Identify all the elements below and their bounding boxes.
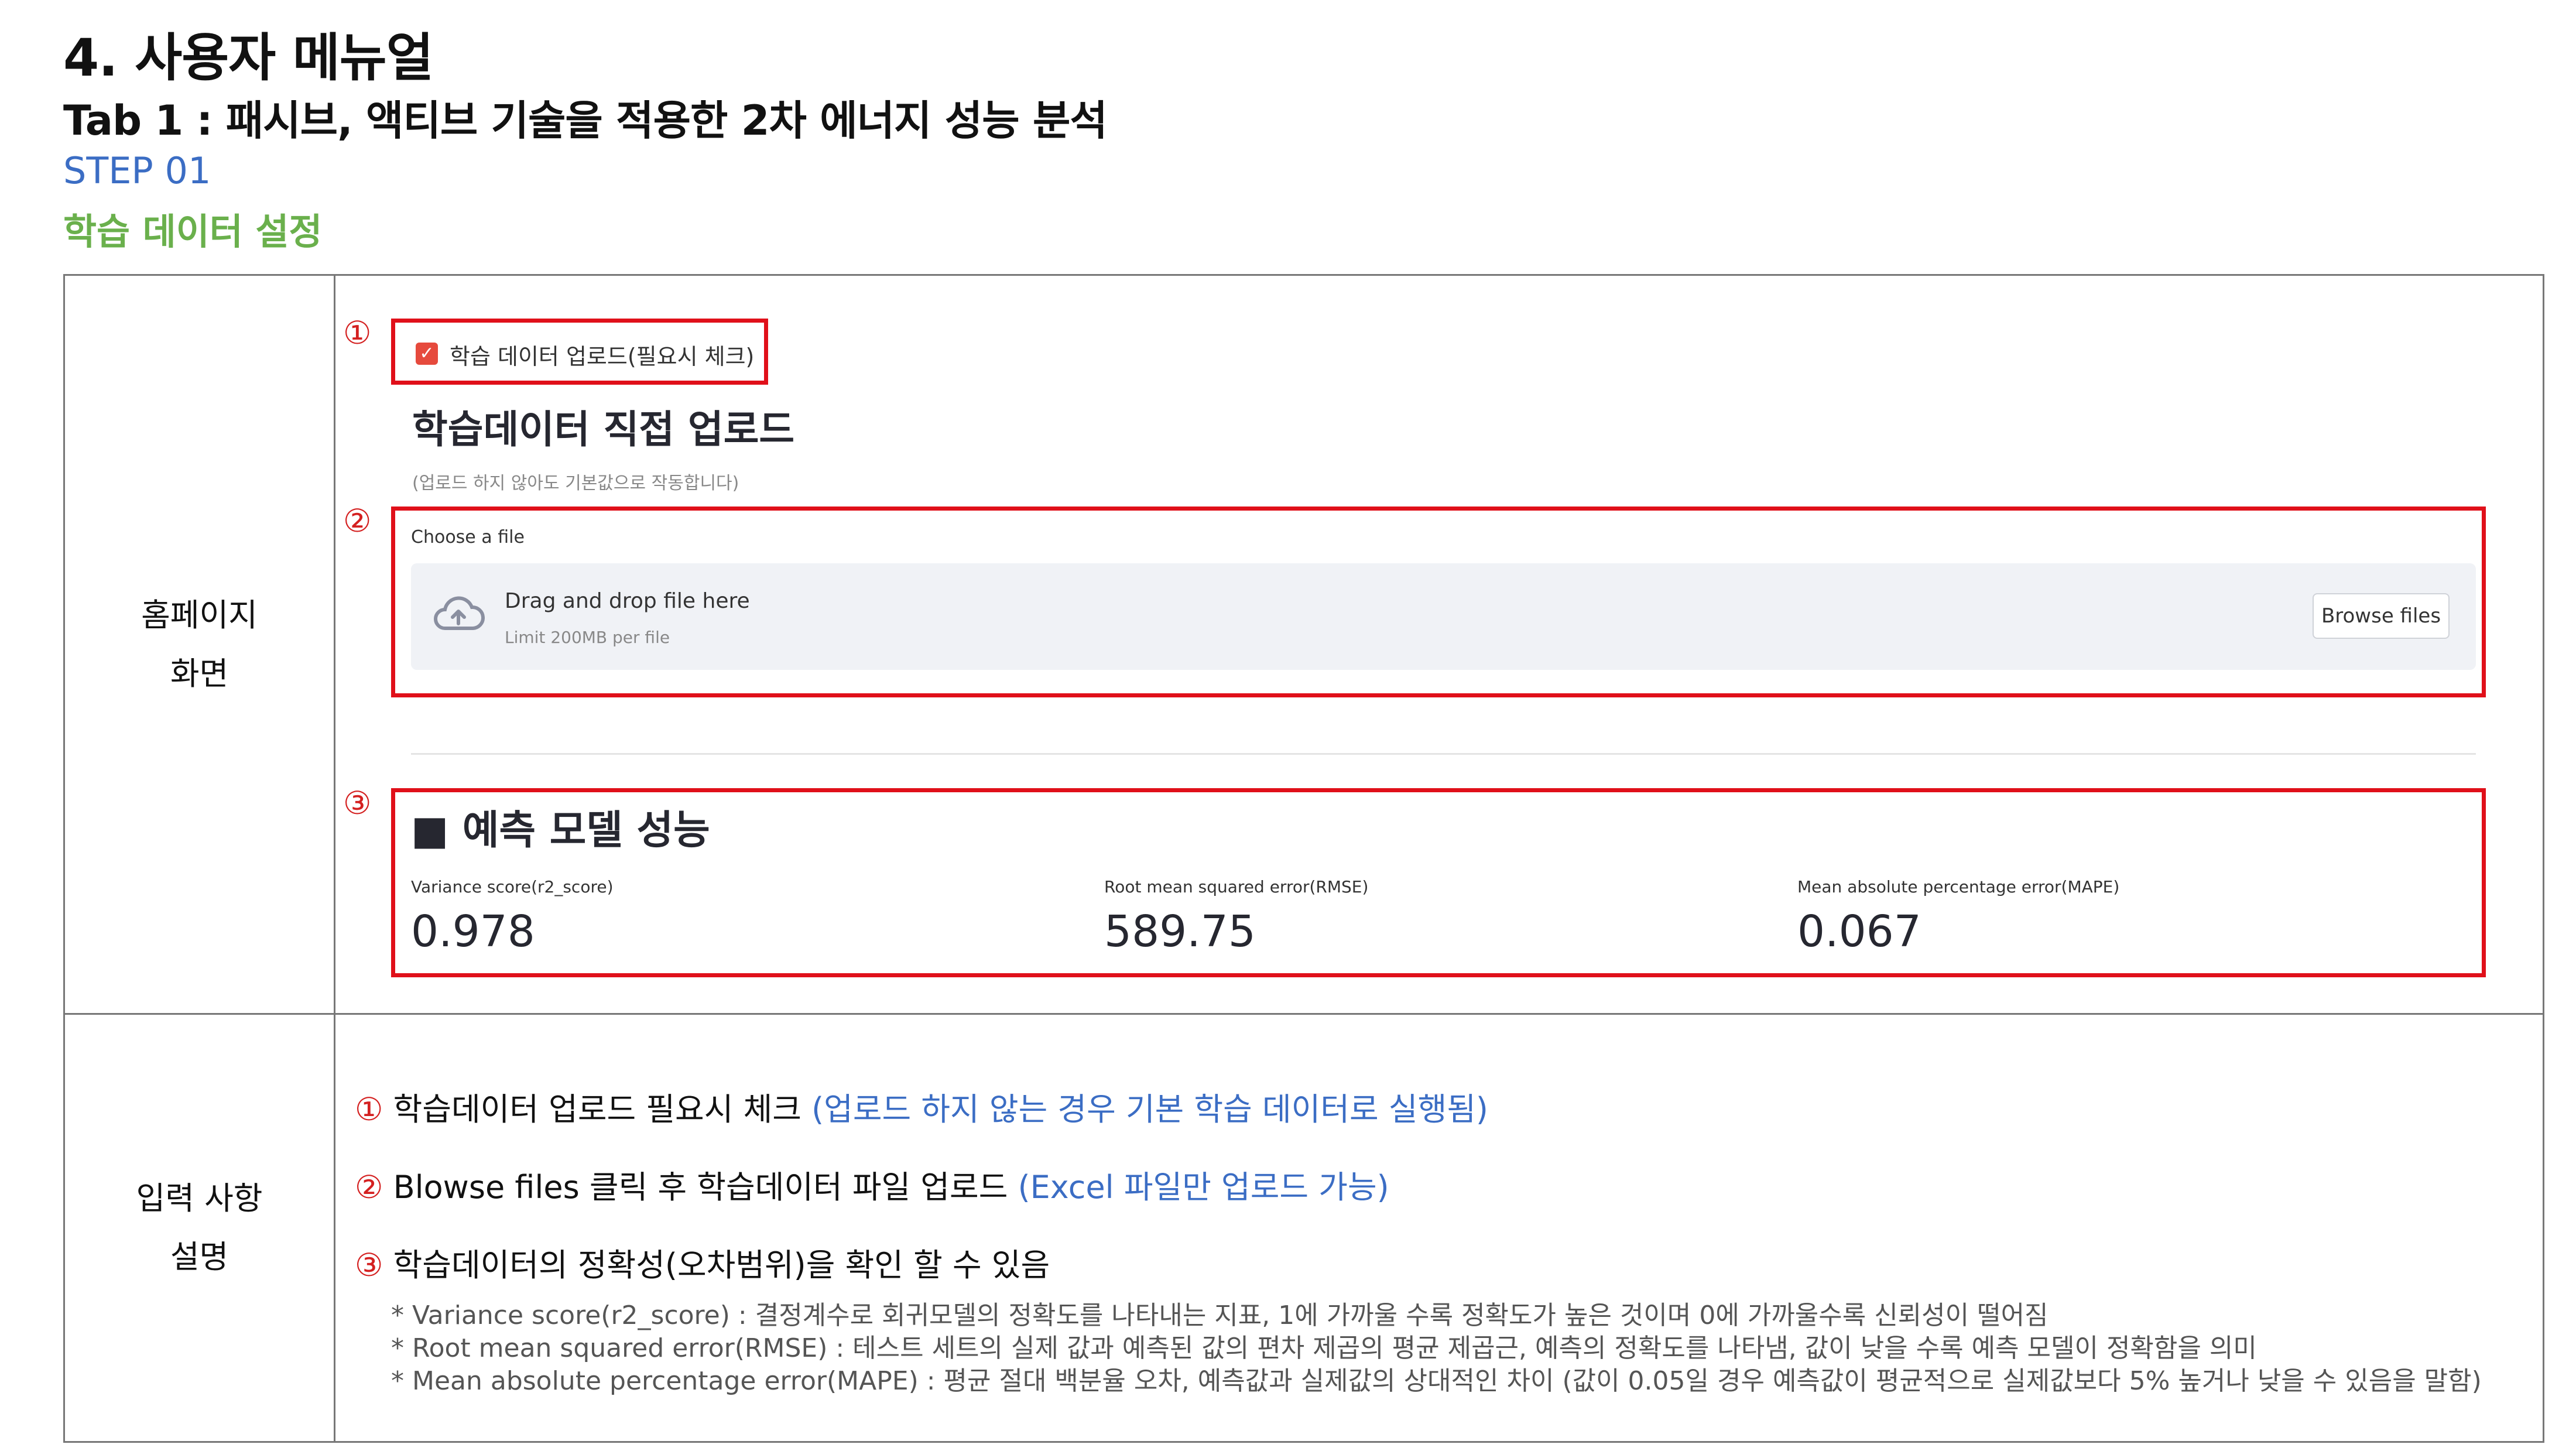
row-label-description: 입력 사항 설명 [63,1013,335,1443]
marker-3: ③ [343,785,372,822]
row-label-line: 입력 사항 [136,1180,263,1217]
step-label: STEP 01 [63,149,211,192]
upload-hint: (업로드 하지 않아도 기본값으로 작동합니다) [412,473,739,494]
upload-title: 학습데이터 직접 업로드 [412,407,795,452]
tab-title: Tab 1 : 패시브, 액티브 기술을 적용한 2차 에너지 성능 분석 [63,97,1108,145]
item-text: 학습데이터의 정확성(오차범위)을 확인 할 수 있음 [393,1247,1050,1284]
choose-file-label: Choose a file [411,527,525,547]
description-item-1: ① 학습데이터 업로드 필요시 체크 (업로드 하지 않는 경우 기본 학습 데… [355,1083,1488,1130]
note-mape: * Mean absolute percentage error(MAPE) :… [391,1366,2482,1396]
item-note: (Excel 파일만 업로드 가능) [1018,1169,1389,1206]
item-text: 학습데이터 업로드 필요시 체크 [393,1091,801,1128]
step-subtitle: 학습 데이터 설정 [63,210,323,253]
marker-1: ① [343,314,372,351]
cloud-upload-icon [432,593,485,636]
metric-label-mape: Mean absolute percentage error(MAPE) [1797,877,2120,896]
checkbox-label: 학습 데이터 업로드(필요시 체크) [450,344,755,369]
item-note: (업로드 하지 않는 경우 기본 학습 데이터로 실행됨) [811,1091,1488,1128]
note-rmse: * Root mean squared error(RMSE) : 테스트 세트… [391,1333,2257,1363]
metric-label-rmse: Root mean squared error(RMSE) [1104,877,1369,896]
upload-checkbox[interactable]: ✓ [416,343,438,365]
marker-2: ② [343,502,372,539]
row-label-line: 화면 [170,655,229,692]
description-item-2: ② Blowse files 클릭 후 학습데이터 파일 업로드 (Excel … [355,1161,1389,1207]
metric-value-r2: 0.978 [411,906,535,957]
file-limit-text: Limit 200MB per file [505,628,670,647]
page-title: 4. 사용자 메뉴얼 [63,28,434,88]
model-performance-title: ■ 예측 모델 성능 [411,807,710,854]
metric-value-rmse: 589.75 [1104,906,1256,957]
file-dropzone[interactable] [411,563,2476,670]
item-marker: ② [355,1169,383,1206]
note-r2: * Variance score(r2_score) : 결정계수로 회귀모델의… [391,1301,2049,1330]
item-text: Blowse files 클릭 후 학습데이터 파일 업로드 [393,1169,1008,1206]
item-marker: ③ [355,1247,383,1284]
row-label-homepage: 홈페이지 화면 [63,274,335,1015]
drag-drop-text: Drag and drop file here [505,589,750,613]
row-label-line: 홈페이지 [141,596,258,634]
browse-files-button[interactable]: Browse files [2313,593,2450,639]
description-item-3: ③ 학습데이터의 정확성(오차범위)을 확인 할 수 있음 [355,1239,1050,1285]
divider [411,753,2476,755]
metric-value-mape: 0.067 [1797,906,1921,957]
metric-label-r2: Variance score(r2_score) [411,877,614,896]
item-marker: ① [355,1091,383,1128]
row-label-line: 설명 [170,1238,229,1275]
